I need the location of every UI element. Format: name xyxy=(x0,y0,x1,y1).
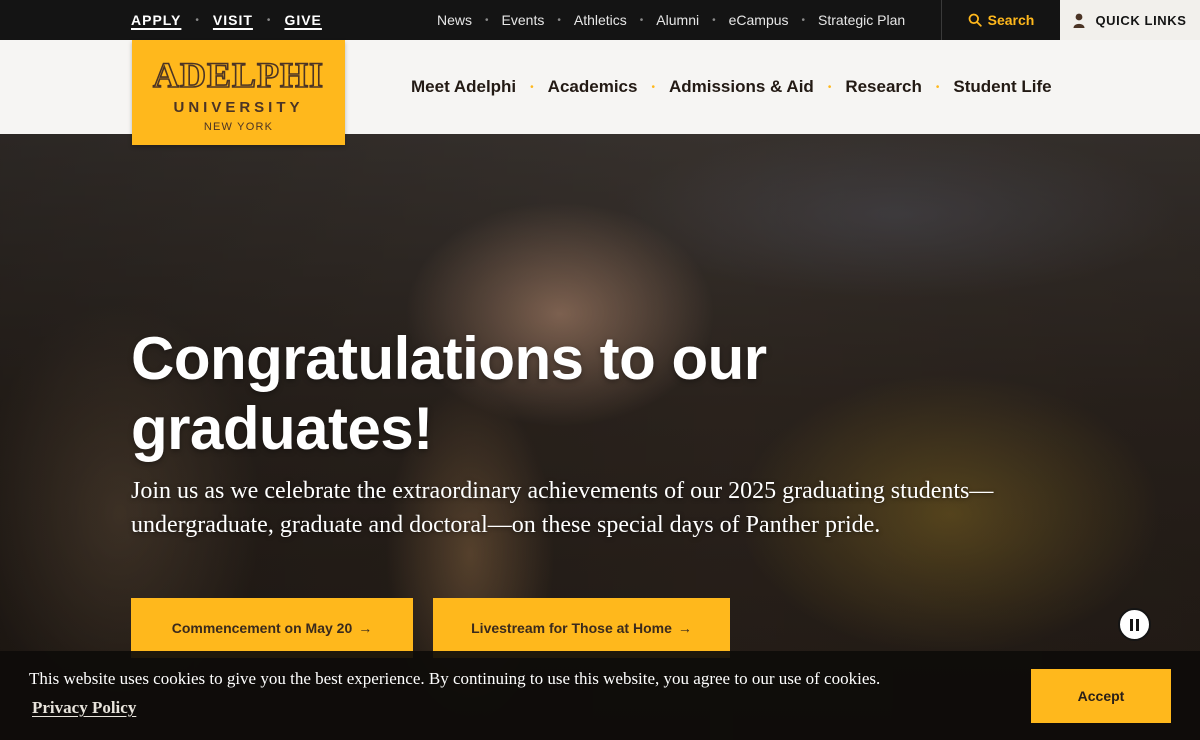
privacy-policy-link[interactable]: Privacy Policy xyxy=(32,698,136,718)
search-icon xyxy=(968,13,982,27)
logo-wordmark: ADELPHI xyxy=(152,54,325,95)
nav-student-life[interactable]: Student Life xyxy=(953,77,1051,97)
news-link[interactable]: News xyxy=(437,12,472,28)
search-label: Search xyxy=(987,12,1035,28)
adelphi-logo[interactable]: ADELPHI UNIVERSITY NEW YORK xyxy=(132,40,345,145)
commencement-button-label: Commencement on May 20 xyxy=(171,620,353,636)
logo-location: NEW YORK xyxy=(203,120,274,133)
alumni-link[interactable]: Alumni xyxy=(656,12,699,28)
user-icon xyxy=(1073,13,1085,28)
separator-dot: • xyxy=(712,14,716,26)
athletics-link[interactable]: Athletics xyxy=(574,12,627,28)
accept-cookies-button[interactable]: Accept xyxy=(1031,669,1171,723)
give-link[interactable]: GIVE xyxy=(284,12,321,28)
cookie-message: This website uses cookies to give you th… xyxy=(29,669,881,688)
strategic-plan-link[interactable]: Strategic Plan xyxy=(818,12,905,28)
commencement-button[interactable]: Commencement on May 20 → xyxy=(131,598,413,658)
separator-dot: • xyxy=(801,14,806,26)
utility-links: News • Events • Athletics • Alumni • eCa… xyxy=(437,0,905,40)
search-button[interactable]: Search xyxy=(941,0,1060,40)
livestream-button-label: Livestream for Those at Home xyxy=(471,620,672,636)
separator-dot: • xyxy=(935,81,940,93)
ecampus-link[interactable]: eCampus xyxy=(729,12,789,28)
nav-research[interactable]: Research xyxy=(845,77,922,97)
separator-dot: • xyxy=(639,14,644,26)
main-nav: Meet Adelphi • Academics • Admissions & … xyxy=(411,40,1052,134)
quick-links-label: QUICK LINKS xyxy=(1095,12,1187,28)
nav-admissions-aid[interactable]: Admissions & Aid xyxy=(669,77,814,97)
hero-title: Congratulations to our graduates! xyxy=(131,325,767,462)
quick-links-button[interactable]: QUICK LINKS xyxy=(1060,0,1200,40)
pause-button[interactable] xyxy=(1118,608,1151,641)
livestream-button[interactable]: Livestream for Those at Home → xyxy=(433,598,730,658)
events-link[interactable]: Events xyxy=(502,12,545,28)
nav-academics[interactable]: Academics xyxy=(548,77,638,97)
pause-icon xyxy=(1130,618,1133,631)
hero-section: Congratulations to our graduates! Join u… xyxy=(0,134,1200,740)
arrow-right-icon: → xyxy=(358,620,373,636)
utility-cta-group: APPLY • VISIT • GIVE xyxy=(131,0,322,40)
hero-body: Join us as we celebrate the extraordinar… xyxy=(131,478,994,538)
visit-link[interactable]: VISIT xyxy=(213,12,253,28)
separator-dot: • xyxy=(485,14,489,26)
pause-icon xyxy=(1136,618,1139,631)
separator-dot: • xyxy=(530,81,534,93)
cookie-banner: This website uses cookies to give you th… xyxy=(0,651,1200,740)
separator-dot: • xyxy=(195,14,199,26)
separator-dot: • xyxy=(827,81,832,93)
utility-bar: APPLY • VISIT • GIVE News • Events • Ath… xyxy=(0,0,1200,40)
nav-meet-adelphi[interactable]: Meet Adelphi xyxy=(411,77,516,97)
separator-dot: • xyxy=(266,14,271,26)
arrow-right-icon: → xyxy=(677,620,692,636)
separator-dot: • xyxy=(651,81,655,93)
separator-dot: • xyxy=(557,14,561,26)
apply-link[interactable]: APPLY xyxy=(131,12,181,28)
logo-university: UNIVERSITY xyxy=(173,98,304,116)
